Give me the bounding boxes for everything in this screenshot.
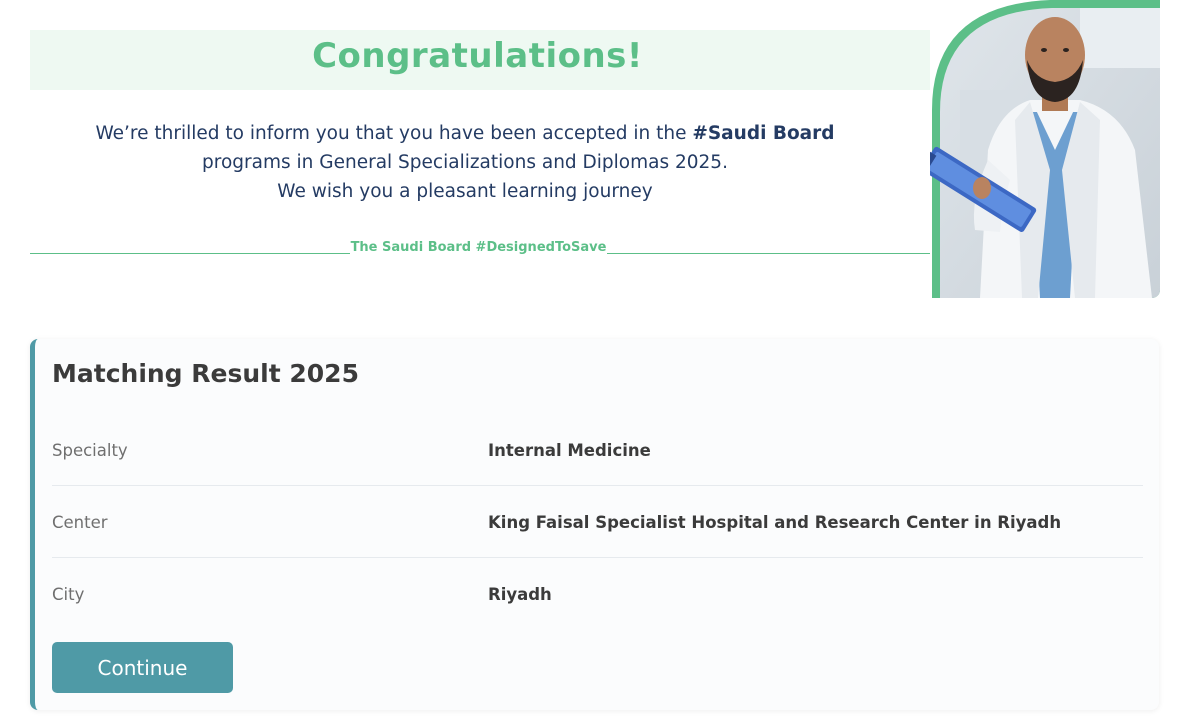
matching-result-title: Matching Result 2025 bbox=[52, 359, 359, 388]
divider-left-line bbox=[30, 253, 350, 254]
message-line-1-text: We’re thrilled to inform you that you ha… bbox=[95, 123, 693, 144]
specialty-label: Specialty bbox=[52, 441, 128, 460]
result-row-city: City Riyadh bbox=[52, 558, 1143, 629]
doctor-photo bbox=[930, 0, 1160, 298]
acceptance-page: Congratulations! We’re thrilled to infor… bbox=[0, 0, 1200, 728]
result-row-center: Center King Faisal Specialist Hospital a… bbox=[52, 486, 1143, 558]
center-label: Center bbox=[52, 513, 108, 532]
saudi-board-hashtag: #Saudi Board bbox=[692, 123, 835, 144]
doctor-with-clipboard-icon bbox=[930, 0, 1160, 298]
congrats-heading: Congratulations! bbox=[312, 36, 643, 76]
result-row-specialty: Specialty Internal Medicine bbox=[52, 414, 1143, 486]
divider-right-line bbox=[607, 253, 935, 254]
continue-button[interactable]: Continue bbox=[52, 642, 233, 693]
motto-divider: The Saudi Board #DesignedToSave bbox=[30, 239, 935, 259]
message-line-2: programs in General Specializations and … bbox=[202, 152, 728, 173]
city-value: Riyadh bbox=[488, 585, 552, 604]
acceptance-message: We’re thrilled to inform you that you ha… bbox=[30, 119, 900, 206]
motto-text: The Saudi Board #DesignedToSave bbox=[350, 240, 607, 255]
city-label: City bbox=[52, 585, 85, 604]
center-value: King Faisal Specialist Hospital and Rese… bbox=[488, 513, 1062, 532]
message-line-3: We wish you a pleasant learning journey bbox=[277, 181, 653, 202]
message-line-1: We’re thrilled to inform you that you ha… bbox=[30, 119, 900, 148]
specialty-value: Internal Medicine bbox=[488, 441, 651, 460]
matching-result-card: Matching Result 2025 Specialty Internal … bbox=[30, 339, 1159, 710]
